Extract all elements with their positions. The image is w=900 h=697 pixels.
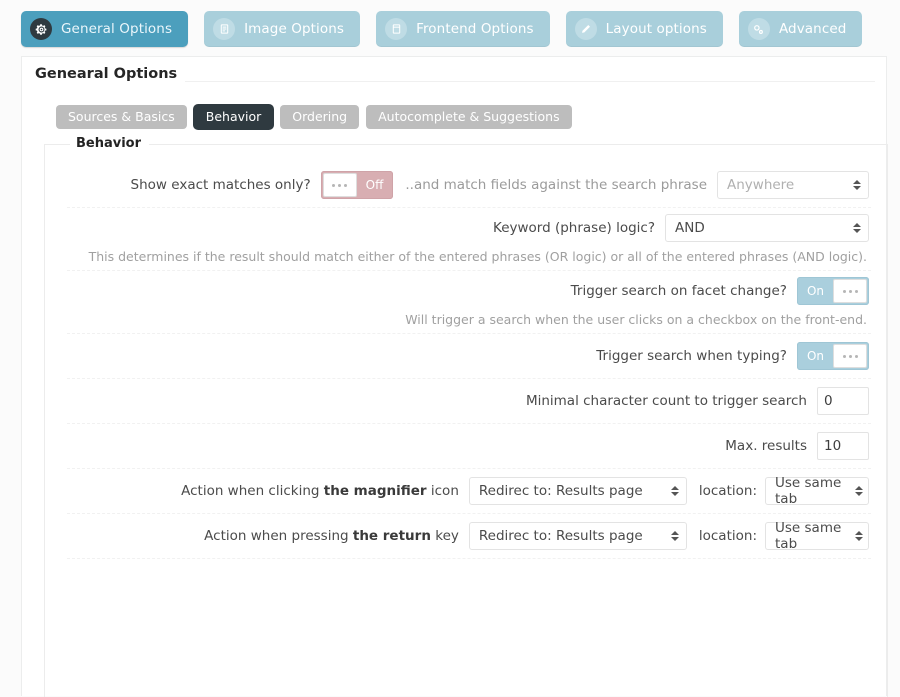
gear-icon (30, 18, 52, 40)
tab-general-options[interactable]: General Options (21, 11, 188, 47)
options-panel: Genearal Options Sources & Basics Behavi… (21, 56, 887, 696)
min-chars-label: Minimal character count to trigger searc… (526, 393, 807, 409)
row-trigger-facet-change: Trigger search on facet change? On Will … (67, 271, 871, 334)
main-tabbar: General Options Image Options Frontend O… (0, 0, 900, 58)
tab-label: Layout options (606, 21, 707, 37)
max-results-label: Max. results (725, 438, 807, 454)
toggle-knob[interactable] (833, 279, 867, 303)
select-value: Redirec to: Results page (479, 528, 643, 544)
row-trigger-when-typing: Trigger search when typing? On (67, 334, 871, 379)
gears-icon (748, 18, 770, 40)
tab-label: Image Options (244, 21, 344, 37)
magnifier-location-label: location: (699, 483, 757, 499)
fieldset-legend: Behavior (70, 136, 149, 151)
tab-label: General Options (61, 21, 172, 37)
return-location-select[interactable]: Use same tab (765, 522, 869, 550)
select-value: Use same tab (775, 475, 848, 507)
select-value: AND (675, 220, 705, 236)
row-return-key-action: Action when pressing the return key Redi… (67, 514, 871, 559)
select-value: Redirec to: Results page (479, 483, 643, 499)
sub-tabbar: Sources & Basics Behavior Ordering Autoc… (56, 105, 572, 129)
image-icon (213, 18, 235, 40)
chevron-updown-icon (671, 486, 679, 496)
tab-advanced[interactable]: Advanced (739, 11, 862, 47)
keyword-logic-select[interactable]: AND (665, 214, 869, 242)
row-magnifier-action: Action when clicking the magnifier icon … (67, 469, 871, 514)
return-action-select[interactable]: Redirec to: Results page (469, 522, 687, 550)
keyword-logic-help: This determines if the result should mat… (69, 242, 869, 264)
facet-change-help: Will trigger a search when the user clic… (69, 305, 869, 327)
tab-label: Advanced (779, 21, 846, 37)
toggle-knob[interactable] (833, 344, 867, 368)
tab-label: Frontend Options (416, 21, 534, 37)
chevron-updown-icon (855, 531, 863, 541)
subtab-label: Sources & Basics (68, 109, 175, 124)
toggle-state: On (797, 349, 831, 363)
page-title: Genearal Options (35, 66, 185, 82)
row-keyword-logic: Keyword (phrase) logic? AND This determi… (67, 208, 871, 271)
match-fields-label: ..and match fields against the search ph… (405, 177, 707, 193)
subtab-behavior[interactable]: Behavior (194, 105, 274, 129)
toggle-knob[interactable] (323, 173, 357, 197)
subtab-autocomplete-suggestions[interactable]: Autocomplete & Suggestions (366, 105, 572, 129)
facet-change-label: Trigger search on facet change? (571, 283, 787, 299)
chevron-updown-icon (855, 486, 863, 496)
select-value: Anywhere (727, 177, 794, 193)
settings-rows: Show exact matches only? Off ..and match… (67, 163, 871, 559)
toggle-state: Off (359, 178, 394, 192)
magnifier-action-label: Action when clicking the magnifier icon (181, 483, 459, 499)
behavior-fieldset: Behavior Show exact matches only? Off ..… (44, 144, 888, 697)
chevron-updown-icon (671, 531, 679, 541)
chevron-updown-icon (853, 223, 861, 233)
subtab-label: Behavior (206, 109, 262, 124)
toggle-state: On (797, 284, 831, 298)
tab-image-options[interactable]: Image Options (204, 11, 360, 47)
tab-layout-options[interactable]: Layout options (566, 11, 723, 47)
tab-frontend-options[interactable]: Frontend Options (376, 11, 550, 47)
match-fields-select[interactable]: Anywhere (717, 171, 869, 199)
return-location-label: location: (699, 528, 757, 544)
trigger-typing-label: Trigger search when typing? (596, 348, 787, 364)
return-action-label: Action when pressing the return key (204, 528, 459, 544)
subtab-sources-basics[interactable]: Sources & Basics (56, 105, 187, 129)
subtab-ordering[interactable]: Ordering (280, 105, 359, 129)
facet-change-toggle[interactable]: On (797, 277, 869, 305)
trigger-typing-toggle[interactable]: On (797, 342, 869, 370)
min-chars-input[interactable] (817, 387, 869, 415)
subtab-label: Ordering (292, 109, 347, 124)
chevron-updown-icon (853, 180, 861, 190)
row-show-exact-matches: Show exact matches only? Off ..and match… (67, 163, 871, 208)
window-icon (385, 18, 407, 40)
magnifier-location-select[interactable]: Use same tab (765, 477, 869, 505)
row-minimal-character-count: Minimal character count to trigger searc… (67, 379, 871, 424)
magnifier-action-select[interactable]: Redirec to: Results page (469, 477, 687, 505)
subtab-label: Autocomplete & Suggestions (378, 109, 560, 124)
exact-matches-toggle[interactable]: Off (321, 171, 394, 199)
max-results-input[interactable] (817, 432, 869, 460)
select-value: Use same tab (775, 520, 848, 552)
pencil-icon (575, 18, 597, 40)
exact-matches-label: Show exact matches only? (131, 177, 311, 193)
row-max-results: Max. results (67, 424, 871, 469)
keyword-logic-label: Keyword (phrase) logic? (493, 220, 655, 236)
